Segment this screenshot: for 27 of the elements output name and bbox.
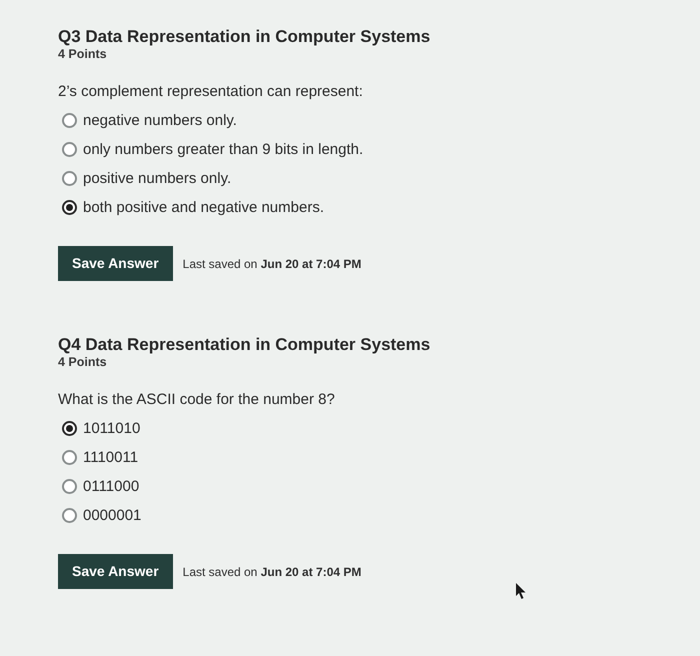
radio-unselected[interactable] xyxy=(62,113,77,128)
mouse-cursor-icon xyxy=(516,583,526,599)
radio-selected[interactable] xyxy=(62,200,77,215)
option-label[interactable]: 1011010 xyxy=(83,418,140,438)
radio-unselected[interactable] xyxy=(62,142,77,157)
last-saved-text: Last saved on Jun 20 at 7:04 PM xyxy=(182,256,362,272)
question-title: Q3 Data Representation in Computer Systems xyxy=(58,27,430,47)
radio-unselected[interactable] xyxy=(62,450,77,465)
option-label[interactable]: positive numbers only. xyxy=(83,168,232,188)
option-label[interactable]: only numbers greater than 9 bits in length. xyxy=(83,140,364,160)
save-answer-button[interactable]: Save Answer xyxy=(58,554,173,589)
option-label[interactable]: 0111000 xyxy=(83,476,140,496)
option-label[interactable]: 1110011 xyxy=(83,448,138,468)
radio-unselected[interactable] xyxy=(62,508,77,523)
points-label: 4 Points xyxy=(58,47,107,62)
save-answer-button[interactable]: Save Answer xyxy=(58,246,173,281)
radio-selected[interactable] xyxy=(62,421,77,436)
question-text: What is the ASCII code for the number 8? xyxy=(58,390,335,410)
option-label[interactable]: 0000001 xyxy=(83,506,142,526)
option-label[interactable]: both positive and negative numbers. xyxy=(83,198,324,218)
points-label: 4 Points xyxy=(58,355,107,370)
radio-unselected[interactable] xyxy=(62,479,77,494)
radio-unselected[interactable] xyxy=(62,171,77,186)
last-saved-text: Last saved on Jun 20 at 7:04 PM xyxy=(182,564,362,580)
question-title: Q4 Data Representation in Computer Systems xyxy=(58,335,430,355)
option-label[interactable]: negative numbers only. xyxy=(83,110,237,130)
question-text: 2’s complement representation can represent: xyxy=(58,82,363,102)
